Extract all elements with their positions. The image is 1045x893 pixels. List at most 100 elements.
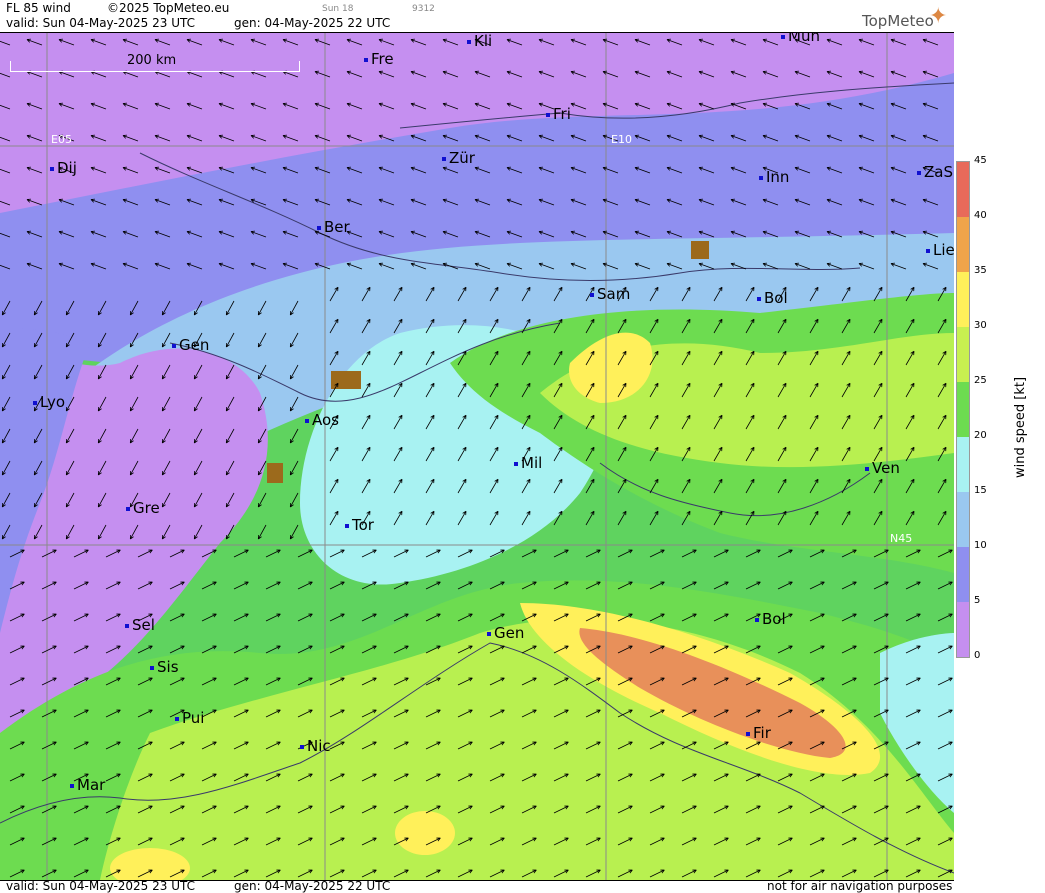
colorbar-segment <box>957 547 969 602</box>
colorbar-segment <box>957 217 969 272</box>
city-label: Lyo <box>33 395 65 410</box>
city-label: Sel <box>125 618 155 633</box>
wind-arrow <box>257 524 267 540</box>
city-label: ZaS <box>917 165 953 180</box>
wind-arrow <box>265 581 281 590</box>
wind-arrow <box>137 645 153 654</box>
colorbar-tick: 35 <box>974 265 987 276</box>
wind-arrow <box>617 510 627 526</box>
wind-arrow <box>297 549 313 558</box>
grid-label-e10: E10 <box>611 133 632 146</box>
colorbar-tick: 10 <box>974 540 987 551</box>
topmeteo-logo: TopMeteo <box>862 12 934 30</box>
city-label: Fir <box>746 726 771 741</box>
wind-arrow <box>905 613 921 622</box>
wind-arrow <box>297 613 313 622</box>
wind-arrow <box>777 581 793 590</box>
terrain-block-2 <box>267 463 283 483</box>
wind-arrow <box>361 613 377 622</box>
city-label: Kli <box>467 34 492 49</box>
wind-arrow <box>169 613 185 622</box>
wind-arrow <box>201 581 217 590</box>
wind-arrow <box>265 613 281 622</box>
wind-arrow <box>649 549 665 558</box>
wind-field-svg <box>0 33 954 880</box>
wind-arrow <box>457 581 473 590</box>
wind-arrow <box>873 613 889 622</box>
wind-arrow <box>297 581 313 590</box>
city-label: Pui <box>175 711 204 726</box>
wind-arrow <box>649 510 659 526</box>
colorbar-tick: 5 <box>974 595 981 606</box>
city-label: Mil <box>514 456 542 471</box>
wind-arrow <box>713 581 729 590</box>
city-label: Gen <box>172 338 209 353</box>
grid-label-n45: N45 <box>890 532 913 545</box>
wind-arrow <box>233 549 249 558</box>
wind-arrow <box>585 549 601 558</box>
city-label: Fri <box>546 107 571 122</box>
wind-arrow <box>873 581 889 590</box>
wind-arrow <box>521 549 537 558</box>
wind-arrow <box>289 460 299 476</box>
yellow-patch-south <box>395 811 455 855</box>
wind-arrow <box>265 549 281 558</box>
city-label: Ber <box>317 220 350 235</box>
terrain-block-1 <box>331 371 361 389</box>
valid-time: valid: Sun 04-May-2025 23 UTC <box>6 16 195 30</box>
colorbar-tick: 20 <box>974 430 987 441</box>
city-label: Sam <box>590 287 630 302</box>
city-label: Dij <box>50 161 77 176</box>
footer-generation-time: gen: 04-May-2025 22 UTC <box>234 879 391 893</box>
wind-arrow <box>777 549 793 558</box>
terrain-block-3 <box>691 241 709 259</box>
grid-label-e05: E05 <box>51 133 72 146</box>
colorbar-tick: 30 <box>974 320 987 331</box>
city-label: Mar <box>70 778 105 793</box>
wind-arrow <box>329 613 345 622</box>
wind-arrow <box>937 613 953 622</box>
wind-arrow <box>745 581 761 590</box>
colorbar-segment <box>957 382 969 437</box>
colorbar-title: wind speed [kt] <box>1013 376 1029 479</box>
city-label: Zür <box>442 151 475 166</box>
wind-arrow <box>681 549 697 558</box>
wind-arrow <box>201 613 217 622</box>
wind-arrow <box>681 581 697 590</box>
wind-arrow <box>425 581 441 590</box>
footer-valid-time: valid: Sun 04-May-2025 23 UTC <box>6 879 195 893</box>
city-label: Gen <box>487 626 524 641</box>
city-label: Nic <box>300 739 331 754</box>
compass-star-icon: ✦ <box>929 4 948 29</box>
colorbar-segment <box>957 272 969 327</box>
header-small-text: Sun 18 <box>322 4 354 14</box>
colorbar-segment <box>957 327 969 382</box>
wind-arrow <box>553 549 569 558</box>
generation-time: gen: 04-May-2025 22 UTC <box>234 16 391 30</box>
city-label: Aos <box>305 413 339 428</box>
wind-arrow <box>905 581 921 590</box>
city-label: Inn <box>759 170 789 185</box>
wind-map[interactable]: 200 km E05 E10 N45 Kli Mun Fre Fri Dij Z… <box>0 32 954 881</box>
wind-arrow <box>257 492 267 508</box>
wind-arrow <box>265 645 281 654</box>
colorbar-segment <box>957 602 969 657</box>
header-small-code: 9312 <box>412 4 435 14</box>
colorbar-tick: 45 <box>974 155 987 166</box>
city-label: Lie <box>926 243 954 258</box>
colorbar-segment <box>957 437 969 492</box>
city-label: Tor <box>345 518 374 533</box>
wind-arrow <box>289 524 299 540</box>
colorbar-tick: 25 <box>974 375 987 386</box>
wind-arrow <box>289 428 299 444</box>
copyright: ©2025 TopMeteo.eu <box>107 1 230 15</box>
colorbar <box>956 161 970 658</box>
colorbar-tick: 40 <box>974 210 987 221</box>
wind-arrow <box>233 581 249 590</box>
scale-label: 200 km <box>126 53 178 68</box>
city-label: Gre <box>126 501 160 516</box>
city-label: Ven <box>865 461 900 476</box>
wind-arrow <box>585 510 595 526</box>
wind-arrow <box>809 549 825 558</box>
city-label: Bol <box>757 291 788 306</box>
